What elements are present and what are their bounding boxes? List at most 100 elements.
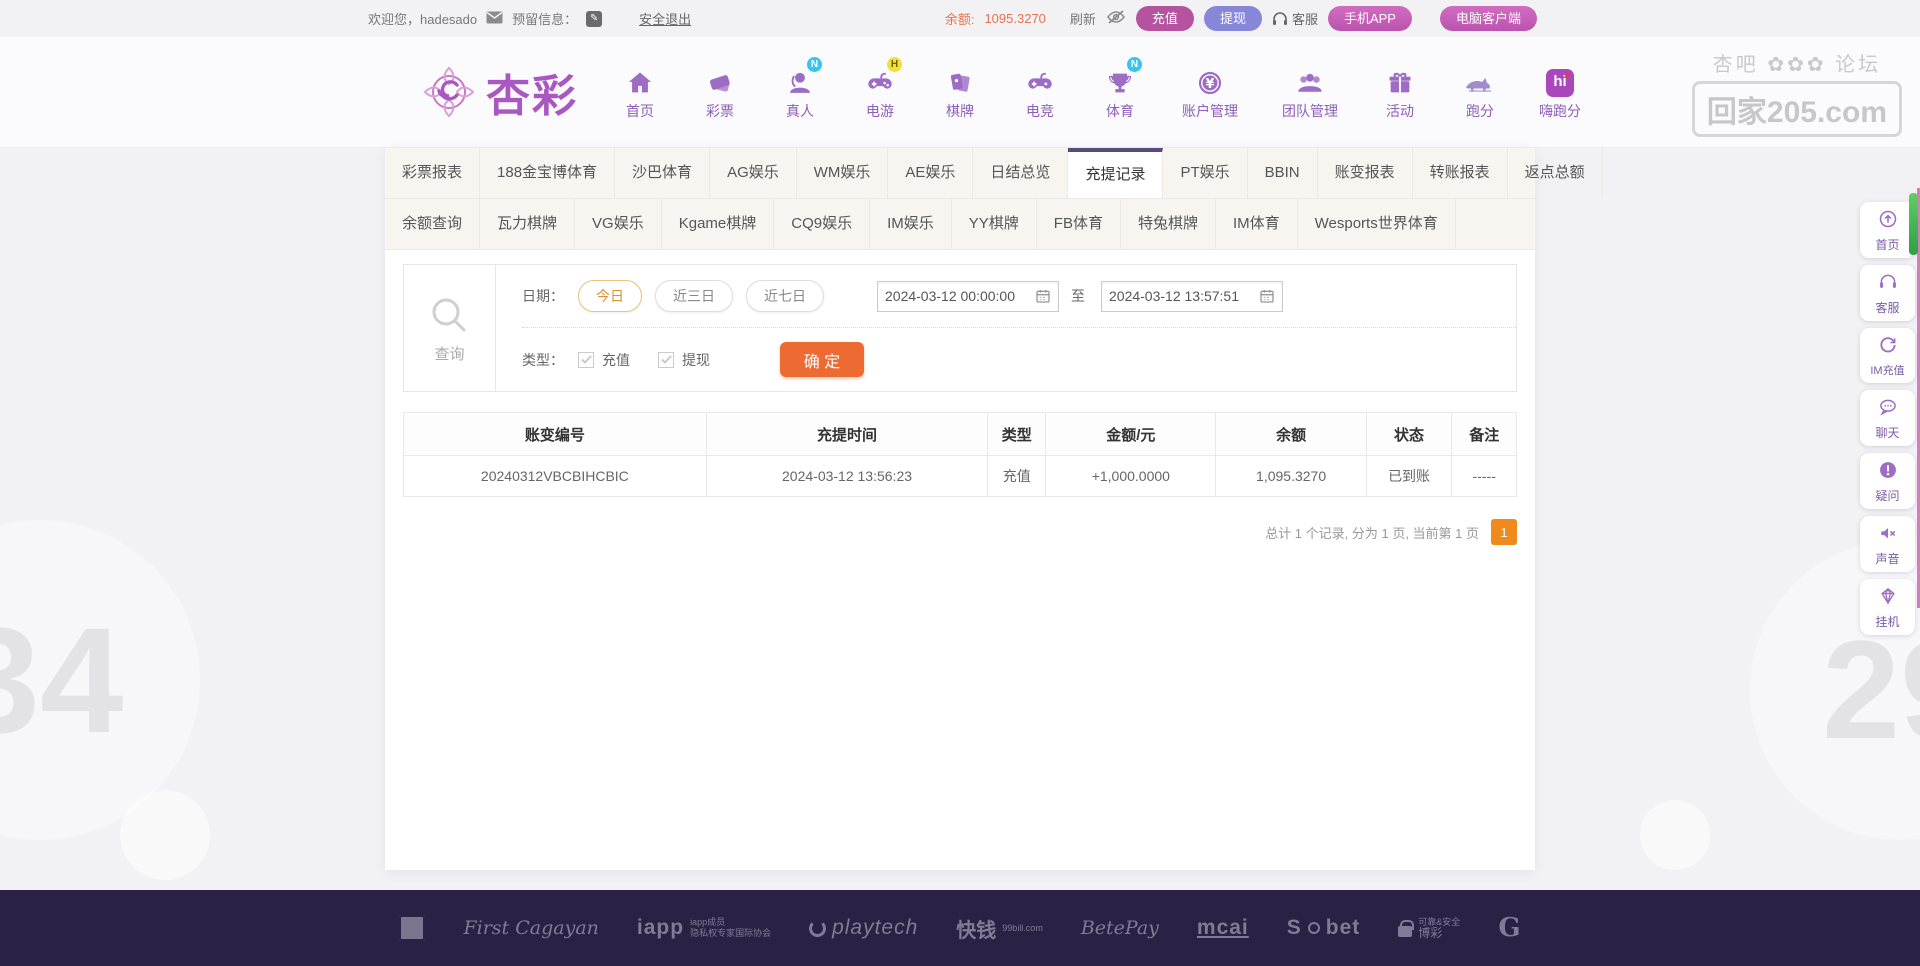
nav-team-management[interactable]: 团队管理 [1264,63,1356,121]
trophy-icon [1084,63,1156,97]
tab-bbin[interactable]: BBIN [1248,148,1318,198]
sidebar-item-chat[interactable]: 聊天 [1860,390,1915,446]
balance-label: 余额: [944,12,975,27]
submit-button[interactable]: 确 定 [780,342,864,377]
sidebar-item-hangup[interactable]: 挂机 [1860,579,1915,635]
gamepad-icon [844,63,916,97]
tab-ae[interactable]: AE娱乐 [888,148,974,198]
nav-promotions[interactable]: 活动 [1364,63,1436,121]
tab-balance-query[interactable]: 余额查询 [385,199,481,249]
logout-link[interactable]: 安全退出 [639,9,691,28]
svg-text:¥: ¥ [1206,77,1215,92]
tab-wesports[interactable]: Wesports世界体育 [1298,199,1456,249]
col-balance: 余额 [1215,412,1367,456]
tab-ag[interactable]: AG娱乐 [710,148,797,198]
quick-3days-button[interactable]: 近三日 [655,280,733,312]
date-to-field[interactable] [1101,280,1283,312]
team-icon [1264,63,1356,97]
bubble-decor [1640,800,1710,870]
refresh-link[interactable]: 刷新 [1070,9,1096,28]
tab-vg[interactable]: VG娱乐 [575,199,662,249]
nav-esports[interactable]: 电竞 [1004,63,1076,121]
date-label: 日期： [522,288,564,304]
footer-logo-g-mark: G [1498,913,1521,943]
nav-account-management[interactable]: ¥ 账户管理 [1164,63,1256,121]
nav-sports[interactable]: N 体育 [1084,57,1156,121]
badge-n: N [807,57,822,72]
topbar: 欢迎您，hadesado 预留信息： ✎ 安全退出 余额: 1095.3270 … [0,0,1920,37]
mobile-app-button[interactable]: 手机APP [1327,6,1412,31]
eye-off-icon[interactable] [1106,10,1126,27]
tab-yy-cards[interactable]: YY棋牌 [952,199,1037,249]
sidebar-item-question[interactable]: 疑问 [1860,453,1915,509]
customer-service-link[interactable]: 客服 [1272,9,1318,28]
nav-paofen[interactable]: 跑分 [1444,63,1516,121]
tab-lottery-report[interactable]: 彩票报表 [385,148,481,198]
cell-time: 2024-03-12 13:56:23 [705,455,989,497]
tab-im-sports[interactable]: IM体育 [1216,199,1298,249]
cell-amount: +1,000.0000 [1045,455,1217,497]
date-from-input[interactable] [885,288,1035,304]
search-icon [432,298,465,331]
table-header-row: 账变编号 充提时间 类型 金额/元 余额 状态 备注 [403,412,1517,456]
tab-rebate-total[interactable]: 返点总额 [1508,148,1603,198]
mail-icon[interactable] [486,11,503,27]
quick-today-button[interactable]: 今日 [578,280,642,312]
pc-client-button[interactable]: 电脑客户端 [1439,6,1537,31]
site-logo[interactable]: 杏彩 [420,60,578,124]
tab-wali-cards[interactable]: 瓦力棋牌 [480,199,576,249]
quick-7days-button[interactable]: 近七日 [746,280,824,312]
tab-recharge-withdraw-record[interactable]: 充提记录 [1068,148,1164,198]
lock-icon [1398,919,1415,937]
withdraw-button[interactable]: 提现 [1203,6,1262,31]
pagination-summary: 总计 1 个记录, 分为 1 页, 当前第 1 页 [1265,525,1479,541]
tab-wm[interactable]: WM娱乐 [797,148,889,198]
reserved-info-label: 预留信息： [512,12,578,27]
tab-188bet-sports[interactable]: 188金宝博体育 [480,148,616,198]
tab-transfer-report[interactable]: 转账报表 [1413,148,1508,198]
nav-hi-paofen[interactable]: hi 嗨跑分 [1524,63,1596,121]
type-withdraw-checkbox[interactable]: 提现 [658,350,710,370]
tab-account-report[interactable]: 账变报表 [1318,148,1413,198]
live-dealer-icon [764,63,836,97]
date-from-field[interactable] [877,280,1059,312]
tab-cq9[interactable]: CQ9娱乐 [774,199,871,249]
nav-cards[interactable]: 棋牌 [924,63,996,121]
nav-egames[interactable]: H 电游 [844,57,916,121]
to-separator: 至 [1071,288,1085,304]
sidebar-item-sound[interactable]: 声音 [1860,516,1915,572]
home-icon [604,63,676,97]
type-recharge-checkbox[interactable]: 充值 [578,350,630,370]
calendar-icon[interactable] [1035,288,1051,304]
footer-logo-secure: 可靠&安全 博彩 [1398,917,1460,940]
cell-balance: 1,095.3270 [1215,455,1367,497]
query-form: 日期： 今日 近三日 近七日 至 类型： [496,265,1516,391]
nav-live[interactable]: N 真人 [764,57,836,121]
site-header: 杏彩 首页 彩票 N 真人 H 电游 棋牌 电竞 N 体育 ¥ 账户管理 团队管… [0,37,1920,148]
tab-fb-sports[interactable]: FB体育 [1037,199,1121,249]
tab-pt[interactable]: PT娱乐 [1163,148,1248,198]
col-amount: 金额/元 [1045,412,1217,456]
sidebar-item-im-recharge[interactable]: IM充值 [1860,328,1915,383]
checkbox-checked-icon[interactable] [578,351,594,368]
esports-gamepad-icon [1004,63,1076,97]
balance-value: 1095.3270 [984,11,1046,26]
date-to-input[interactable] [1109,288,1259,304]
edit-pencil-icon[interactable]: ✎ [586,10,603,27]
sidebar-item-service[interactable]: 客服 [1860,265,1915,321]
tab-kgame[interactable]: Kgame棋牌 [662,199,775,249]
checkbox-checked-icon[interactable] [658,351,674,368]
tab-saba-sports[interactable]: 沙巴体育 [615,148,711,198]
nav-lottery[interactable]: 彩票 [684,63,756,121]
tab-daily-summary[interactable]: 日结总览 [973,148,1069,198]
cell-type: 充值 [987,455,1047,497]
tab-tetu-cards[interactable]: 特兔棋牌 [1121,199,1216,249]
nav-home[interactable]: 首页 [604,63,676,121]
page-1-button[interactable]: 1 [1491,519,1517,545]
recharge-button[interactable]: 充值 [1135,6,1194,31]
scrollbar-thumb[interactable] [1909,193,1918,255]
footer-logo-sbet: S bet [1286,916,1361,939]
sidebar-item-home[interactable]: 首页 [1860,202,1915,258]
calendar-icon[interactable] [1259,288,1275,304]
tab-im[interactable]: IM娱乐 [870,199,952,249]
